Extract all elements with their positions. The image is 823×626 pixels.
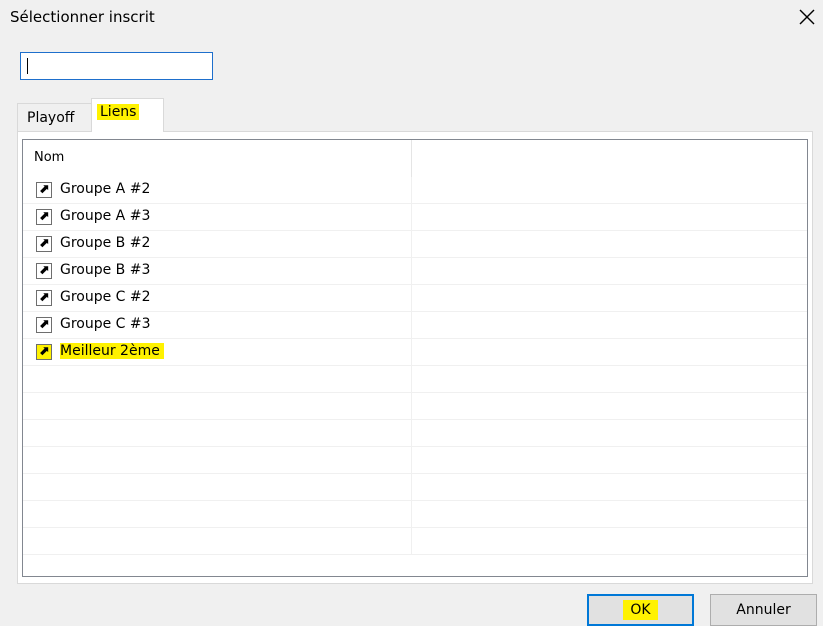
list-item-label: Groupe A #2	[60, 181, 151, 197]
tab-playoff-label: Playoff	[27, 110, 75, 126]
column-header-empty[interactable]	[412, 140, 807, 177]
ok-button[interactable]: OK	[587, 594, 694, 626]
text-caret	[27, 58, 28, 74]
list-item[interactable]: ⬈ Groupe C #3	[23, 312, 807, 339]
empty-list-row	[23, 393, 807, 420]
ok-button-label: OK	[623, 600, 658, 620]
search-input[interactable]	[20, 52, 213, 80]
shortcut-arrow-icon: ⬈	[36, 290, 52, 306]
empty-list-row	[23, 528, 807, 555]
entrants-list[interactable]: Nom ⬈ Groupe A #2 ⬈ Groupe A #3 ⬈ Groupe B #2…	[22, 139, 808, 577]
list-item-label: Groupe B #2	[60, 235, 151, 251]
tab-liens-label: Liens	[97, 104, 140, 120]
tab-playoff[interactable]: Playoff	[17, 103, 92, 131]
cancel-button[interactable]: Annuler	[710, 594, 817, 626]
list-item[interactable]: ⬈ Groupe A #2	[23, 177, 807, 204]
list-rows: ⬈ Groupe A #2 ⬈ Groupe A #3 ⬈ Groupe B #2 ⬈ Gro…	[23, 177, 807, 555]
list-item[interactable]: ⬈ Groupe A #3	[23, 204, 807, 231]
empty-list-row	[23, 501, 807, 528]
shortcut-arrow-icon: ⬈	[36, 182, 52, 198]
close-icon[interactable]	[794, 4, 820, 30]
list-item[interactable]: ⬈ Groupe B #2	[23, 231, 807, 258]
list-item-label: Groupe C #2	[60, 289, 151, 305]
list-item[interactable]: ⬈ Groupe C #2	[23, 285, 807, 312]
dialog-title: Sélectionner inscrit	[10, 8, 155, 26]
list-item-label: Groupe C #3	[60, 316, 151, 332]
empty-list-row	[23, 366, 807, 393]
tab-liens[interactable]: Liens	[91, 98, 164, 132]
list-item[interactable]: ⬈ Groupe B #3	[23, 258, 807, 285]
shortcut-arrow-icon: ⬈	[36, 344, 52, 360]
shortcut-arrow-icon: ⬈	[36, 263, 52, 279]
empty-list-row	[23, 447, 807, 474]
list-item-label: Groupe A #3	[60, 208, 151, 224]
column-header-nom[interactable]: Nom	[23, 140, 412, 177]
list-item-label: Meilleur 2ème	[60, 343, 164, 359]
shortcut-arrow-icon: ⬈	[36, 317, 52, 333]
empty-list-row	[23, 420, 807, 447]
empty-list-row	[23, 474, 807, 501]
column-header-nom-label: Nom	[34, 150, 65, 165]
list-item[interactable]: ⬈ Meilleur 2ème	[23, 339, 807, 366]
shortcut-arrow-icon: ⬈	[36, 209, 52, 225]
shortcut-arrow-icon: ⬈	[36, 236, 52, 252]
list-item-label: Groupe B #3	[60, 262, 151, 278]
